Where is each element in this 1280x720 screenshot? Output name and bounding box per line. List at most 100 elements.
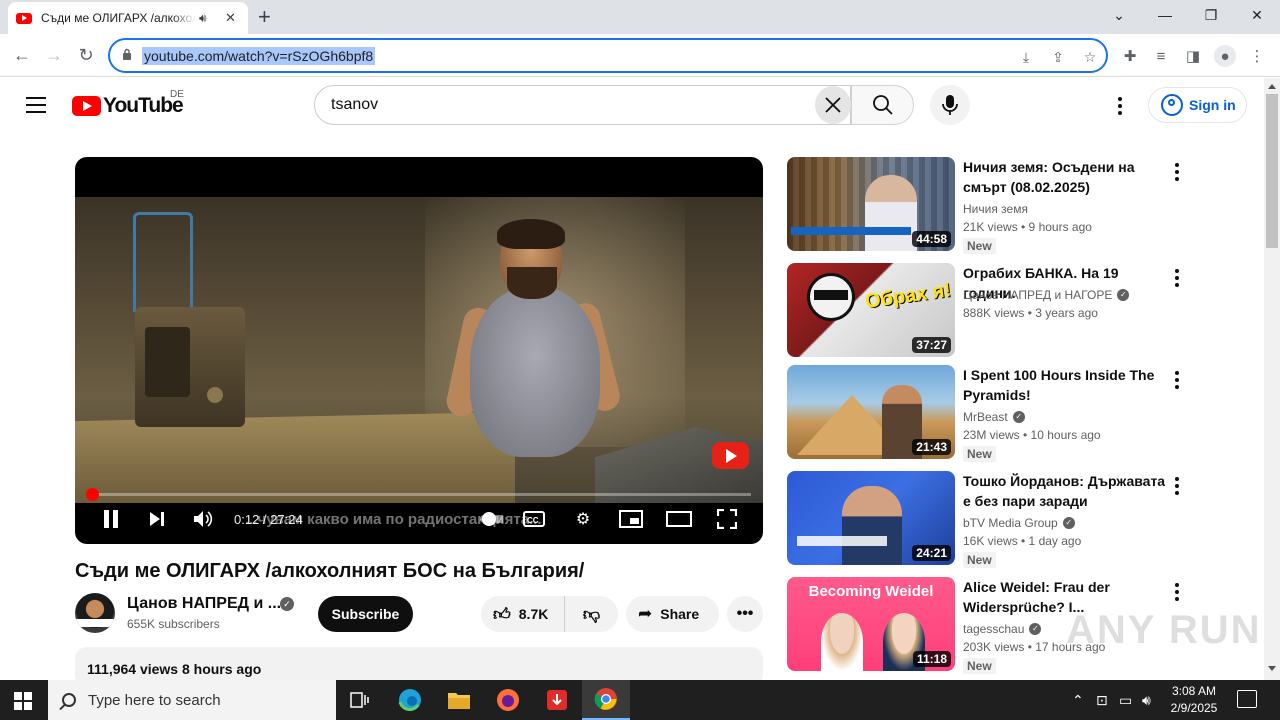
install-app-icon[interactable]: ⤓: [1016, 47, 1036, 67]
recommended-video[interactable]: 21:43 I Spent 100 Hours Inside The Pyram…: [787, 365, 1187, 462]
scroll-down-arrow-icon[interactable]: [1268, 666, 1276, 671]
task-view-icon[interactable]: [336, 680, 384, 720]
guide-menu-icon[interactable]: [26, 97, 46, 113]
close-window-button[interactable]: ✕: [1234, 0, 1280, 30]
media-control-icon[interactable]: ≡: [1150, 45, 1172, 67]
autoplay-toggle[interactable]: [479, 507, 503, 531]
scroll-up-arrow-icon[interactable]: [1268, 84, 1276, 89]
clear-search-button[interactable]: [815, 86, 851, 124]
chrome-menu-icon[interactable]: ⋮: [1246, 45, 1268, 67]
search-icon: [62, 693, 76, 707]
video-thumbnail[interactable]: 24:21: [787, 471, 955, 565]
video-thumbnail[interactable]: 44:58: [787, 157, 955, 251]
search-input[interactable]: tsanov: [314, 85, 851, 125]
progress-bar[interactable]: [85, 488, 751, 501]
video-menu-icon[interactable]: [1175, 583, 1179, 604]
thumbnail-text: Обрах я!: [863, 279, 953, 313]
recommended-title[interactable]: I Spent 100 Hours Inside The Pyramids!: [963, 365, 1168, 405]
browser-title-bar: Съди ме ОЛИГАРХ /алкохолният БОС на Бълг…: [0, 0, 1280, 34]
settings-menu-icon[interactable]: [1118, 97, 1122, 118]
miniplayer-button[interactable]: [618, 507, 644, 531]
page-scrollbar[interactable]: [1264, 78, 1280, 680]
verified-check-icon: ✓: [1029, 623, 1042, 635]
share-page-icon[interactable]: ⇪: [1048, 47, 1068, 67]
recommended-video[interactable]: 44:58 Ничия земя: Осъдени на смърт (08.0…: [787, 157, 1187, 254]
video-thumbnail[interactable]: Обрах я! 37:27: [787, 263, 955, 357]
back-button[interactable]: ←: [7, 40, 37, 70]
video-menu-icon[interactable]: [1175, 371, 1179, 392]
progress-scrubber[interactable]: [85, 488, 99, 501]
like-count: 8.7K: [518, 606, 549, 622]
subscribe-button[interactable]: Subscribe: [318, 596, 413, 632]
search-button[interactable]: [851, 85, 914, 125]
video-thumbnail[interactable]: 21:43: [787, 365, 955, 459]
theater-mode-button[interactable]: [666, 507, 692, 531]
network-icon[interactable]: ⊡: [1096, 692, 1108, 709]
windows-start-icon[interactable]: [14, 692, 32, 710]
display-icon[interactable]: ▭: [1119, 692, 1132, 709]
channel-avatar[interactable]: [75, 593, 115, 633]
video-player[interactable]: ...чувам какво има по радиостанцията... …: [75, 157, 763, 544]
taskbar-search-input[interactable]: Type here to search: [48, 680, 336, 720]
address-bar[interactable]: youtube.com/watch?v=rSzOGh6bpf8 ⤓ ⇪ ☆: [108, 38, 1108, 73]
youtube-logo[interactable]: YouTube DE: [72, 89, 184, 118]
youtube-watermark-icon[interactable]: [712, 442, 749, 469]
channel-label: bTV Media Group: [963, 516, 1058, 530]
chrome-icon[interactable]: [582, 680, 630, 720]
recommended-channel[interactable]: Цанов НАПРЕД и НАГОРЕ ✓: [963, 288, 1130, 302]
video-thumbnail[interactable]: Becoming Weidel 11:18: [787, 577, 955, 671]
minimize-button[interactable]: —: [1142, 0, 1188, 30]
sign-in-label: Sign in: [1189, 97, 1236, 113]
pause-button[interactable]: [101, 507, 121, 531]
channel-name[interactable]: Цанов НАПРЕД и ...: [127, 595, 281, 613]
notification-center-icon[interactable]: [1237, 690, 1257, 708]
dislike-button[interactable]: 👎︎: [565, 604, 618, 625]
video-menu-icon[interactable]: [1175, 163, 1179, 184]
microphone-icon: [942, 95, 958, 115]
share-arrow-icon: ➦: [638, 604, 653, 623]
side-panel-icon[interactable]: ◨: [1182, 45, 1204, 67]
show-hidden-icons[interactable]: ⌃: [1072, 692, 1084, 709]
fullscreen-button[interactable]: [715, 507, 739, 531]
extensions-icon[interactable]: ✚: [1119, 45, 1141, 67]
next-button[interactable]: [147, 507, 167, 531]
recommended-channel[interactable]: Ничия земя: [963, 202, 1028, 216]
recommended-title[interactable]: Ничия земя: Осъдени на смърт (08.02.2025…: [963, 157, 1168, 197]
system-clock[interactable]: 3:08 AM 2/9/2025: [1166, 683, 1222, 717]
sign-in-button[interactable]: Sign in: [1148, 87, 1247, 123]
voice-search-button[interactable]: [930, 85, 970, 125]
audio-playing-icon[interactable]: 🔊︎: [199, 11, 215, 26]
edge-icon[interactable]: [386, 680, 434, 720]
file-explorer-icon[interactable]: [435, 680, 483, 720]
recommended-video[interactable]: 24:21 Тошко Йорданов: Държавата е без па…: [787, 471, 1187, 568]
share-button[interactable]: ➦ Share: [626, 596, 719, 632]
firefox-icon[interactable]: [484, 680, 532, 720]
reload-button[interactable]: ↻: [71, 40, 101, 70]
recommended-channel[interactable]: bTV Media Group ✓: [963, 516, 1075, 530]
scroll-thumb[interactable]: [1266, 94, 1278, 248]
like-button[interactable]: 👍︎ 8.7K: [481, 596, 565, 632]
tab-close-icon[interactable]: ✕: [225, 10, 236, 26]
settings-gear-icon[interactable]: ⚙: [571, 507, 595, 531]
restore-button[interactable]: ❐: [1188, 0, 1234, 30]
app-installer-icon[interactable]: [533, 680, 581, 720]
new-tab-button[interactable]: +: [258, 4, 271, 30]
address-url[interactable]: youtube.com/watch?v=rSzOGh6bpf8: [142, 47, 376, 65]
video-menu-icon[interactable]: [1175, 477, 1179, 498]
more-actions-button[interactable]: •••: [727, 596, 763, 632]
forward-button[interactable]: →: [39, 40, 69, 70]
captions-button[interactable]: CC: [522, 507, 546, 531]
video-frame: [75, 197, 763, 503]
bookmark-star-icon[interactable]: ☆: [1080, 47, 1100, 67]
speaker-icon[interactable]: 🔊︎: [1142, 692, 1151, 709]
recommended-video[interactable]: Обрах я! 37:27 Ограбих БАНКА. На 19 годин…: [787, 263, 1187, 357]
volume-button[interactable]: [193, 507, 215, 531]
tab-search-icon[interactable]: ⌄: [1096, 0, 1142, 30]
profile-icon[interactable]: ●: [1214, 45, 1236, 67]
recommended-channel[interactable]: MrBeast ✓: [963, 410, 1025, 424]
recommended-title[interactable]: Тошко Йорданов: Държавата е без пари зар…: [963, 471, 1168, 511]
video-menu-icon[interactable]: [1175, 269, 1179, 290]
recommended-channel[interactable]: tagesschau ✓: [963, 622, 1042, 636]
browser-tab-active[interactable]: Съди ме ОЛИГАРХ /алкохолният БОС на Бълг…: [8, 2, 248, 34]
channel-label: MrBeast: [963, 410, 1008, 424]
